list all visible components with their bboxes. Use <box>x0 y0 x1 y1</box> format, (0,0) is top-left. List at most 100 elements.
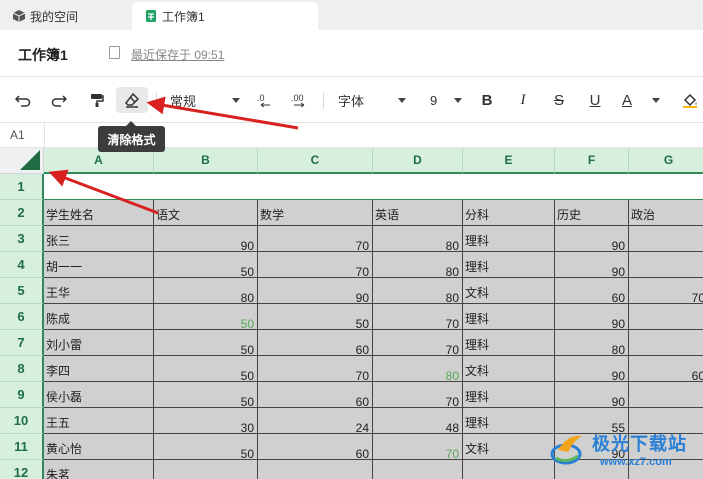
table-cell[interactable] <box>373 460 463 479</box>
table-cell[interactable]: 70 <box>373 330 463 356</box>
table-cell[interactable]: 70 <box>373 304 463 330</box>
table-cell[interactable]: 理科 <box>463 252 555 278</box>
tab-workbook[interactable]: 工作簿1 <box>132 2 318 30</box>
table-cell[interactable] <box>629 330 703 356</box>
column-header[interactable]: C <box>258 148 373 174</box>
table-cell[interactable]: 60 <box>258 330 373 356</box>
table-cell[interactable]: 60 <box>629 356 703 382</box>
table-cell[interactable]: 60 <box>258 382 373 408</box>
format-painter-button[interactable] <box>84 87 110 113</box>
document-title[interactable]: 工作簿1 <box>18 45 68 65</box>
table-cell[interactable]: 80 <box>555 330 629 356</box>
header-cell[interactable]: 语文 <box>154 200 258 226</box>
table-cell[interactable]: 50 <box>154 382 258 408</box>
increase-decimal-button[interactable]: .00 <box>288 87 312 113</box>
header-cell[interactable]: 分科 <box>463 200 555 226</box>
row-header[interactable]: 11 <box>0 434 44 460</box>
table-cell[interactable] <box>629 382 703 408</box>
column-header[interactable]: F <box>555 148 629 174</box>
underline-button[interactable]: U <box>584 87 606 113</box>
table-cell[interactable]: 90 <box>555 304 629 330</box>
table-cell[interactable]: 朱茗 <box>44 460 154 479</box>
table-cell[interactable]: 张三 <box>44 226 154 252</box>
row-header[interactable]: 10 <box>0 408 44 434</box>
table-cell[interactable]: 50 <box>154 304 258 330</box>
bold-button[interactable]: B <box>476 87 498 113</box>
cell-reference[interactable]: A1 <box>10 128 25 142</box>
header-cell[interactable]: 历史 <box>555 200 629 226</box>
table-cell[interactable]: 90 <box>555 356 629 382</box>
table-cell[interactable]: 80 <box>373 356 463 382</box>
table-cell[interactable]: 理科 <box>463 226 555 252</box>
select-all-corner[interactable] <box>0 148 44 174</box>
table-cell[interactable]: 48 <box>373 408 463 434</box>
column-header[interactable]: B <box>154 148 258 174</box>
row-header[interactable]: 9 <box>0 382 44 408</box>
row-header[interactable]: 3 <box>0 226 44 252</box>
table-cell[interactable] <box>629 252 703 278</box>
table-cell[interactable]: 50 <box>154 434 258 460</box>
fill-color-button[interactable] <box>680 87 700 113</box>
decrease-decimal-button[interactable]: .0 <box>254 87 276 113</box>
table-cell[interactable]: 50 <box>154 356 258 382</box>
blank-row[interactable] <box>44 174 703 200</box>
table-cell[interactable]: 陈成 <box>44 304 154 330</box>
table-cell[interactable]: 60 <box>555 278 629 304</box>
font-size-select[interactable]: 9 <box>428 87 464 113</box>
table-cell[interactable]: 理科 <box>463 304 555 330</box>
column-header[interactable]: G <box>629 148 703 174</box>
table-cell[interactable]: 80 <box>373 226 463 252</box>
table-cell[interactable] <box>629 304 703 330</box>
table-cell[interactable]: 侯小磊 <box>44 382 154 408</box>
row-header[interactable]: 7 <box>0 330 44 356</box>
table-cell[interactable]: 70 <box>258 226 373 252</box>
table-cell[interactable]: 30 <box>154 408 258 434</box>
row-header[interactable]: 8 <box>0 356 44 382</box>
row-header[interactable]: 6 <box>0 304 44 330</box>
row-header[interactable]: 12 <box>0 460 44 479</box>
italic-button[interactable]: I <box>512 87 534 113</box>
table-cell[interactable]: 文科 <box>463 356 555 382</box>
table-cell[interactable]: 70 <box>629 278 703 304</box>
number-format-select[interactable]: 常规 <box>166 87 244 113</box>
undo-button[interactable] <box>10 87 36 113</box>
table-cell[interactable]: 黄心怡 <box>44 434 154 460</box>
header-cell[interactable]: 英语 <box>373 200 463 226</box>
tab-my-space[interactable]: 我的空间 <box>0 2 130 30</box>
table-cell[interactable]: 60 <box>258 434 373 460</box>
header-cell[interactable]: 数学 <box>258 200 373 226</box>
table-cell[interactable]: 文科 <box>463 278 555 304</box>
font-color-button[interactable]: A <box>620 87 662 113</box>
header-cell[interactable]: 学生姓名 <box>44 200 154 226</box>
header-cell[interactable]: 政治 <box>629 200 703 226</box>
table-cell[interactable]: 50 <box>154 330 258 356</box>
row-header[interactable]: 2 <box>0 200 44 226</box>
table-cell[interactable]: 70 <box>258 356 373 382</box>
table-cell[interactable]: 50 <box>154 252 258 278</box>
table-cell[interactable]: 24 <box>258 408 373 434</box>
table-cell[interactable]: 王五 <box>44 408 154 434</box>
table-cell[interactable]: 80 <box>373 278 463 304</box>
row-header[interactable]: 1 <box>0 174 44 200</box>
strikethrough-button[interactable]: S <box>548 87 570 113</box>
table-cell[interactable]: 70 <box>373 434 463 460</box>
table-cell[interactable]: 90 <box>555 252 629 278</box>
table-cell[interactable]: 50 <box>258 304 373 330</box>
save-status[interactable]: 最近保存于 09:51 <box>131 46 224 63</box>
table-cell[interactable]: 90 <box>555 226 629 252</box>
table-cell[interactable]: 90 <box>154 226 258 252</box>
column-header[interactable]: E <box>463 148 555 174</box>
font-family-select[interactable]: 字体 <box>334 87 410 113</box>
table-cell[interactable]: 理科 <box>463 382 555 408</box>
column-header[interactable]: D <box>373 148 463 174</box>
table-cell[interactable]: 刘小雷 <box>44 330 154 356</box>
table-cell[interactable] <box>154 460 258 479</box>
table-cell[interactable]: 80 <box>154 278 258 304</box>
table-cell[interactable]: 理科 <box>463 330 555 356</box>
table-cell[interactable]: 90 <box>555 382 629 408</box>
table-cell[interactable]: 王华 <box>44 278 154 304</box>
clear-format-button[interactable] <box>116 87 148 113</box>
table-cell[interactable]: 李四 <box>44 356 154 382</box>
table-cell[interactable]: 70 <box>373 382 463 408</box>
table-cell[interactable]: 80 <box>373 252 463 278</box>
